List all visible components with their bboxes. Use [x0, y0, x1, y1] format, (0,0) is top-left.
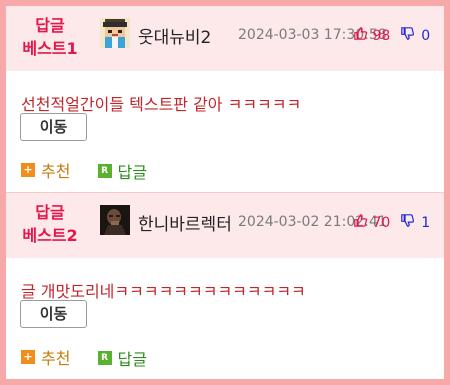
recommend-button[interactable]: + 추천 — [21, 345, 70, 369]
dark-photo-avatar-icon[interactable] — [100, 205, 130, 235]
move-button[interactable]: 이동 — [20, 300, 87, 328]
vote-counts: 70 1 — [354, 214, 430, 232]
recommend-button[interactable]: + 추천 — [21, 158, 70, 182]
move-button[interactable]: 이동 — [20, 113, 87, 141]
username[interactable]: 한니바르렉터 — [138, 210, 232, 235]
reply-body: 글 개맛도리네ㅋㅋㅋㅋㅋㅋㅋㅋㅋㅋㅋㅋㅋ 이동 + 추천 R 답글 — [6, 258, 444, 379]
best-rank-label: 답글 베스트1 — [12, 14, 88, 60]
reply-content: 글 개맛도리네ㅋㅋㅋㅋㅋㅋㅋㅋㅋㅋㅋㅋㅋ — [21, 282, 306, 301]
recommend-label: 추천 — [41, 349, 71, 368]
downvote-count: 0 — [421, 27, 431, 44]
vote-counts: 98 0 — [354, 27, 430, 45]
reply-button[interactable]: R 답글 — [97, 346, 147, 370]
username[interactable]: 웃대뉴비2 — [138, 23, 211, 48]
thumbs-down-icon[interactable] — [400, 27, 414, 44]
reply-header: 답글 베스트2 한니바르렉터 2024-03-02 21:02:41 70 1 — [6, 193, 444, 258]
pixel-character-avatar-icon[interactable] — [100, 18, 130, 48]
rank-line-2: 베스트2 — [22, 226, 78, 245]
reply-r-icon: R — [97, 351, 112, 365]
thumbs-up-icon[interactable] — [354, 27, 368, 44]
downvote-count: 1 — [421, 214, 431, 231]
best-reply-item: 답글 베스트1 웃대뉴비2 2024-03-03 17:30:58 98 0 선… — [6, 6, 444, 192]
best-reply-item: 답글 베스트2 한니바르렉터 2024-03-02 21:02:41 70 1 … — [6, 192, 444, 378]
reply-header: 답글 베스트1 웃대뉴비2 2024-03-03 17:30:58 98 0 — [6, 6, 444, 71]
rank-line-1: 답글 — [35, 16, 65, 35]
upvote-count: 70 — [372, 214, 391, 231]
reply-body: 선천적얼간이들 텍스트판 같아 ㅋㅋㅋㅋㅋ 이동 + 추천 R 답글 — [6, 71, 444, 192]
plus-icon: + — [21, 350, 35, 364]
recommend-label: 추천 — [41, 162, 71, 181]
rank-line-2: 베스트1 — [22, 39, 78, 58]
reply-label: 답글 — [117, 163, 147, 182]
plus-icon: + — [21, 163, 35, 177]
reply-button[interactable]: R 답글 — [97, 159, 147, 183]
reply-r-icon: R — [97, 164, 112, 178]
reply-label: 답글 — [117, 350, 147, 369]
reply-actions: + 추천 R 답글 — [21, 345, 169, 369]
best-replies-panel: 답글 베스트1 웃대뉴비2 2024-03-03 17:30:58 98 0 선… — [6, 6, 444, 379]
upvote-count: 98 — [372, 27, 391, 44]
rank-line-1: 답글 — [35, 203, 65, 222]
thumbs-up-icon[interactable] — [354, 214, 368, 231]
reply-actions: + 추천 R 답글 — [21, 158, 169, 182]
reply-content: 선천적얼간이들 텍스트판 같아 ㅋㅋㅋㅋㅋ — [21, 95, 302, 114]
thumbs-down-icon[interactable] — [400, 214, 414, 231]
best-rank-label: 답글 베스트2 — [12, 201, 88, 247]
